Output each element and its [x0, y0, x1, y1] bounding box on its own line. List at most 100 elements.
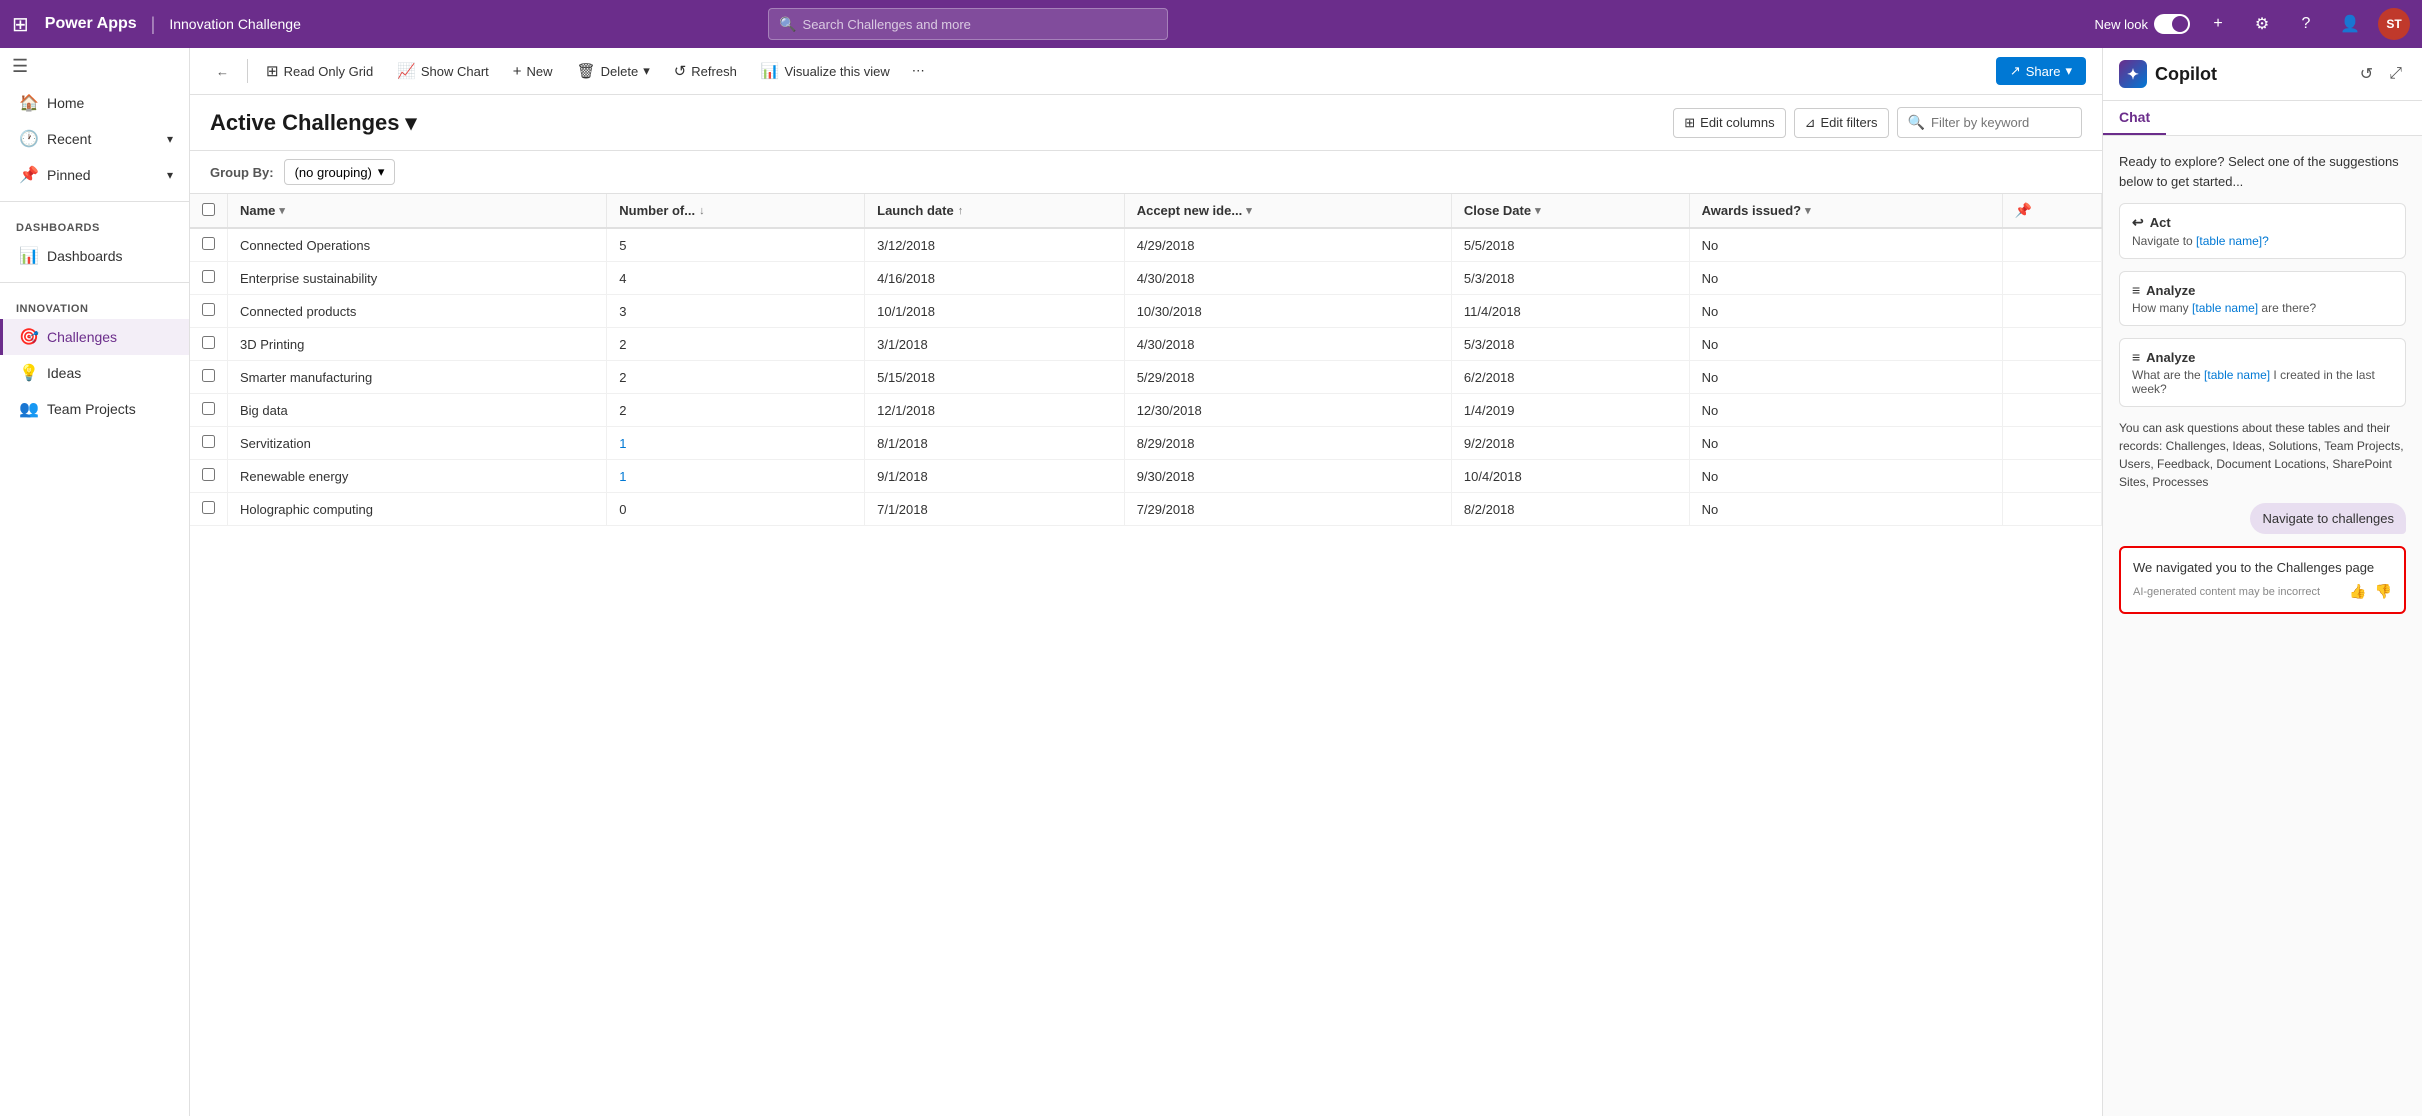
table-row[interactable]: Servitization 1 8/1/2018 8/29/2018 9/2/2…	[190, 427, 2102, 460]
cell-close-5: 1/4/2019	[1451, 394, 1689, 427]
copilot-expand-button[interactable]: ⤢	[2385, 60, 2406, 88]
row-check-5[interactable]	[202, 402, 215, 415]
show-chart-button[interactable]: 📈 Show Chart	[387, 56, 499, 86]
back-button[interactable]: ←	[206, 58, 239, 85]
delete-button[interactable]: 🗑 Delete ▾	[567, 56, 660, 86]
row-check-6[interactable]	[202, 435, 215, 448]
new-button[interactable]: + New	[503, 57, 563, 86]
share-icon: ↗	[2010, 63, 2021, 79]
avatar[interactable]: ST	[2378, 8, 2410, 40]
sidebar-item-challenges[interactable]: 🎯 Challenges	[0, 319, 189, 355]
act-link[interactable]: [table name]?	[2196, 234, 2269, 248]
table-row[interactable]: Renewable energy 1 9/1/2018 9/30/2018 10…	[190, 460, 2102, 493]
help-icon[interactable]: ?	[2290, 8, 2322, 40]
grid-title-chevron-icon[interactable]: ▾	[406, 110, 417, 136]
row-checkbox-7[interactable]	[190, 460, 228, 493]
analyze-2-link[interactable]: [table name]	[2204, 368, 2270, 382]
col-checkbox[interactable]	[190, 194, 228, 228]
more-options-button[interactable]: ⋯	[904, 57, 933, 85]
analyze-1-link[interactable]: [table name]	[2192, 301, 2258, 315]
cell-number-3: 2	[607, 328, 865, 361]
sidebar-item-pinned[interactable]: 📌 Pinned ▾	[0, 157, 189, 193]
row-checkbox-1[interactable]	[190, 262, 228, 295]
suggestion-act[interactable]: ↩ Act Navigate to [table name]?	[2119, 203, 2406, 259]
share-button[interactable]: ↗ Share ▾	[1996, 57, 2086, 85]
search-bar[interactable]: 🔍	[768, 8, 1168, 40]
refresh-button[interactable]: ↺ Refresh	[664, 56, 747, 86]
filter-input-wrapper[interactable]: 🔍	[1897, 107, 2082, 138]
edit-columns-button[interactable]: ⊞ Edit columns	[1673, 108, 1785, 138]
table-row[interactable]: Connected products 3 10/1/2018 10/30/201…	[190, 295, 2102, 328]
suggestion-analyze-1[interactable]: ≡ Analyze How many [table name] are ther…	[2119, 271, 2406, 326]
row-checkbox-4[interactable]	[190, 361, 228, 394]
search-input[interactable]	[803, 17, 1158, 32]
table-row[interactable]: Enterprise sustainability 4 4/16/2018 4/…	[190, 262, 2102, 295]
cell-name-6[interactable]: Servitization	[228, 427, 607, 460]
read-only-grid-button[interactable]: ⊞ Read Only Grid	[256, 56, 383, 86]
tab-chat[interactable]: Chat	[2103, 101, 2166, 135]
suggestion-analyze-2[interactable]: ≡ Analyze What are the [table name] I cr…	[2119, 338, 2406, 407]
row-checkbox-3[interactable]	[190, 328, 228, 361]
home-icon: 🏠	[19, 93, 37, 113]
row-check-4[interactable]	[202, 369, 215, 382]
filter-keyword-input[interactable]	[1931, 115, 2071, 130]
row-check-0[interactable]	[202, 237, 215, 250]
new-look-switch[interactable]	[2154, 14, 2190, 34]
row-check-2[interactable]	[202, 303, 215, 316]
row-checkbox-0[interactable]	[190, 228, 228, 262]
cell-name-8[interactable]: Holographic computing	[228, 493, 607, 526]
sidebar-item-recent[interactable]: 🕐 Recent ▾	[0, 121, 189, 157]
search-filter-icon: 🔍	[1908, 114, 1925, 131]
row-checkbox-5[interactable]	[190, 394, 228, 427]
add-icon[interactable]: +	[2202, 8, 2234, 40]
row-check-7[interactable]	[202, 468, 215, 481]
edit-filters-button[interactable]: ⊿ Edit filters	[1794, 108, 1889, 138]
table-row[interactable]: Connected Operations 5 3/12/2018 4/29/20…	[190, 228, 2102, 262]
cell-name-7[interactable]: Renewable energy	[228, 460, 607, 493]
col-name[interactable]: Name ▾	[228, 194, 607, 228]
user-icon[interactable]: 👤	[2334, 8, 2366, 40]
table-row[interactable]: Big data 2 12/1/2018 12/30/2018 1/4/2019…	[190, 394, 2102, 427]
thumbs-up-icon[interactable]: 👍	[2349, 583, 2366, 600]
copilot-header-icons: ↺ ⤢	[2356, 60, 2406, 88]
settings-icon[interactable]: ⚙	[2246, 8, 2278, 40]
row-checkbox-6[interactable]	[190, 427, 228, 460]
copilot-refresh-button[interactable]: ↺	[2356, 60, 2377, 88]
col-close-date[interactable]: Close Date ▾	[1451, 194, 1689, 228]
analyze-1-icon: ≡	[2132, 282, 2140, 298]
row-check-3[interactable]	[202, 336, 215, 349]
cell-close-2: 11/4/2018	[1451, 295, 1689, 328]
groupby-select[interactable]: (no grouping) ▾	[284, 159, 396, 185]
cell-name-0[interactable]: Connected Operations	[228, 228, 607, 262]
col-accept-new-idea[interactable]: Accept new ide... ▾	[1124, 194, 1451, 228]
col-accept-label: Accept new ide...	[1137, 203, 1242, 218]
row-checkbox-8[interactable]	[190, 493, 228, 526]
table-row[interactable]: Holographic computing 0 7/1/2018 7/29/20…	[190, 493, 2102, 526]
cell-name-5[interactable]: Big data	[228, 394, 607, 427]
new-look-toggle: New look	[2095, 14, 2190, 34]
row-check-1[interactable]	[202, 270, 215, 283]
cell-name-3[interactable]: 3D Printing	[228, 328, 607, 361]
col-launch-date[interactable]: Launch date ↑	[865, 194, 1125, 228]
thumbs-down-icon[interactable]: 👎	[2375, 583, 2392, 600]
table-row[interactable]: Smarter manufacturing 2 5/15/2018 5/29/2…	[190, 361, 2102, 394]
cell-accept-1: 4/30/2018	[1124, 262, 1451, 295]
row-check-8[interactable]	[202, 501, 215, 514]
pin-icon[interactable]: 📌	[2015, 202, 2032, 218]
table-row[interactable]: 3D Printing 2 3/1/2018 4/30/2018 5/3/201…	[190, 328, 2102, 361]
waffle-icon[interactable]: ⊞	[12, 12, 29, 37]
cell-name-2[interactable]: Connected products	[228, 295, 607, 328]
cell-name-1[interactable]: Enterprise sustainability	[228, 262, 607, 295]
visualize-button[interactable]: 📊 Visualize this view	[751, 56, 900, 86]
sidebar-collapse-btn[interactable]: ☰	[0, 48, 189, 85]
cell-name-4[interactable]: Smarter manufacturing	[228, 361, 607, 394]
sidebar-item-home[interactable]: 🏠 Home	[0, 85, 189, 121]
col-awards-sort-icon: ▾	[1805, 204, 1811, 217]
row-checkbox-2[interactable]	[190, 295, 228, 328]
col-number[interactable]: Number of... ↓	[607, 194, 865, 228]
sidebar-item-ideas[interactable]: 💡 Ideas	[0, 355, 189, 391]
sidebar-item-dashboards[interactable]: 📊 Dashboards	[0, 238, 189, 274]
select-all-checkbox[interactable]	[202, 203, 215, 216]
sidebar-item-team-projects[interactable]: 👥 Team Projects	[0, 391, 189, 427]
col-awards-issued[interactable]: Awards issued? ▾	[1689, 194, 2002, 228]
